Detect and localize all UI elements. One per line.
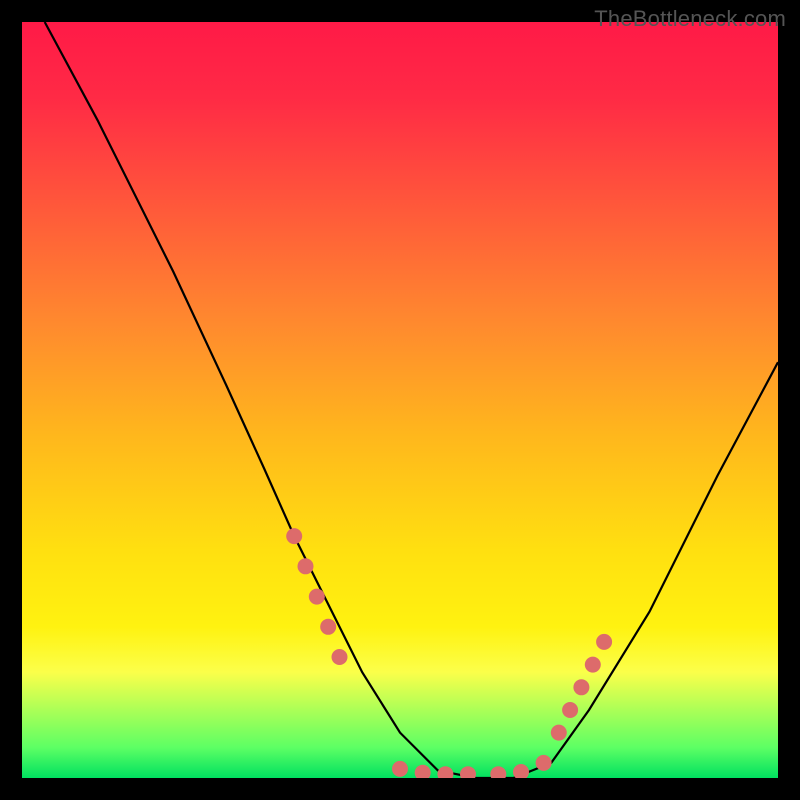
- marker-dot: [551, 725, 567, 741]
- marker-group: [286, 528, 612, 778]
- chart-svg: [22, 22, 778, 778]
- plot-area: [22, 22, 778, 778]
- watermark-text: TheBottleneck.com: [594, 6, 786, 32]
- chart-frame: TheBottleneck.com: [0, 0, 800, 800]
- marker-dot: [513, 764, 529, 778]
- marker-dot: [309, 589, 325, 605]
- bottleneck-curve: [45, 22, 778, 778]
- marker-dot: [460, 766, 476, 778]
- marker-dot: [286, 528, 302, 544]
- marker-dot: [490, 766, 506, 778]
- marker-dot: [298, 558, 314, 574]
- marker-dot: [320, 619, 336, 635]
- marker-dot: [415, 765, 431, 778]
- marker-dot: [332, 649, 348, 665]
- curve-path: [45, 22, 778, 778]
- marker-dot: [585, 657, 601, 673]
- marker-dot: [562, 702, 578, 718]
- marker-dot: [437, 766, 453, 778]
- marker-dot: [536, 755, 552, 771]
- marker-dot: [573, 679, 589, 695]
- marker-dot: [596, 634, 612, 650]
- marker-dot: [392, 761, 408, 777]
